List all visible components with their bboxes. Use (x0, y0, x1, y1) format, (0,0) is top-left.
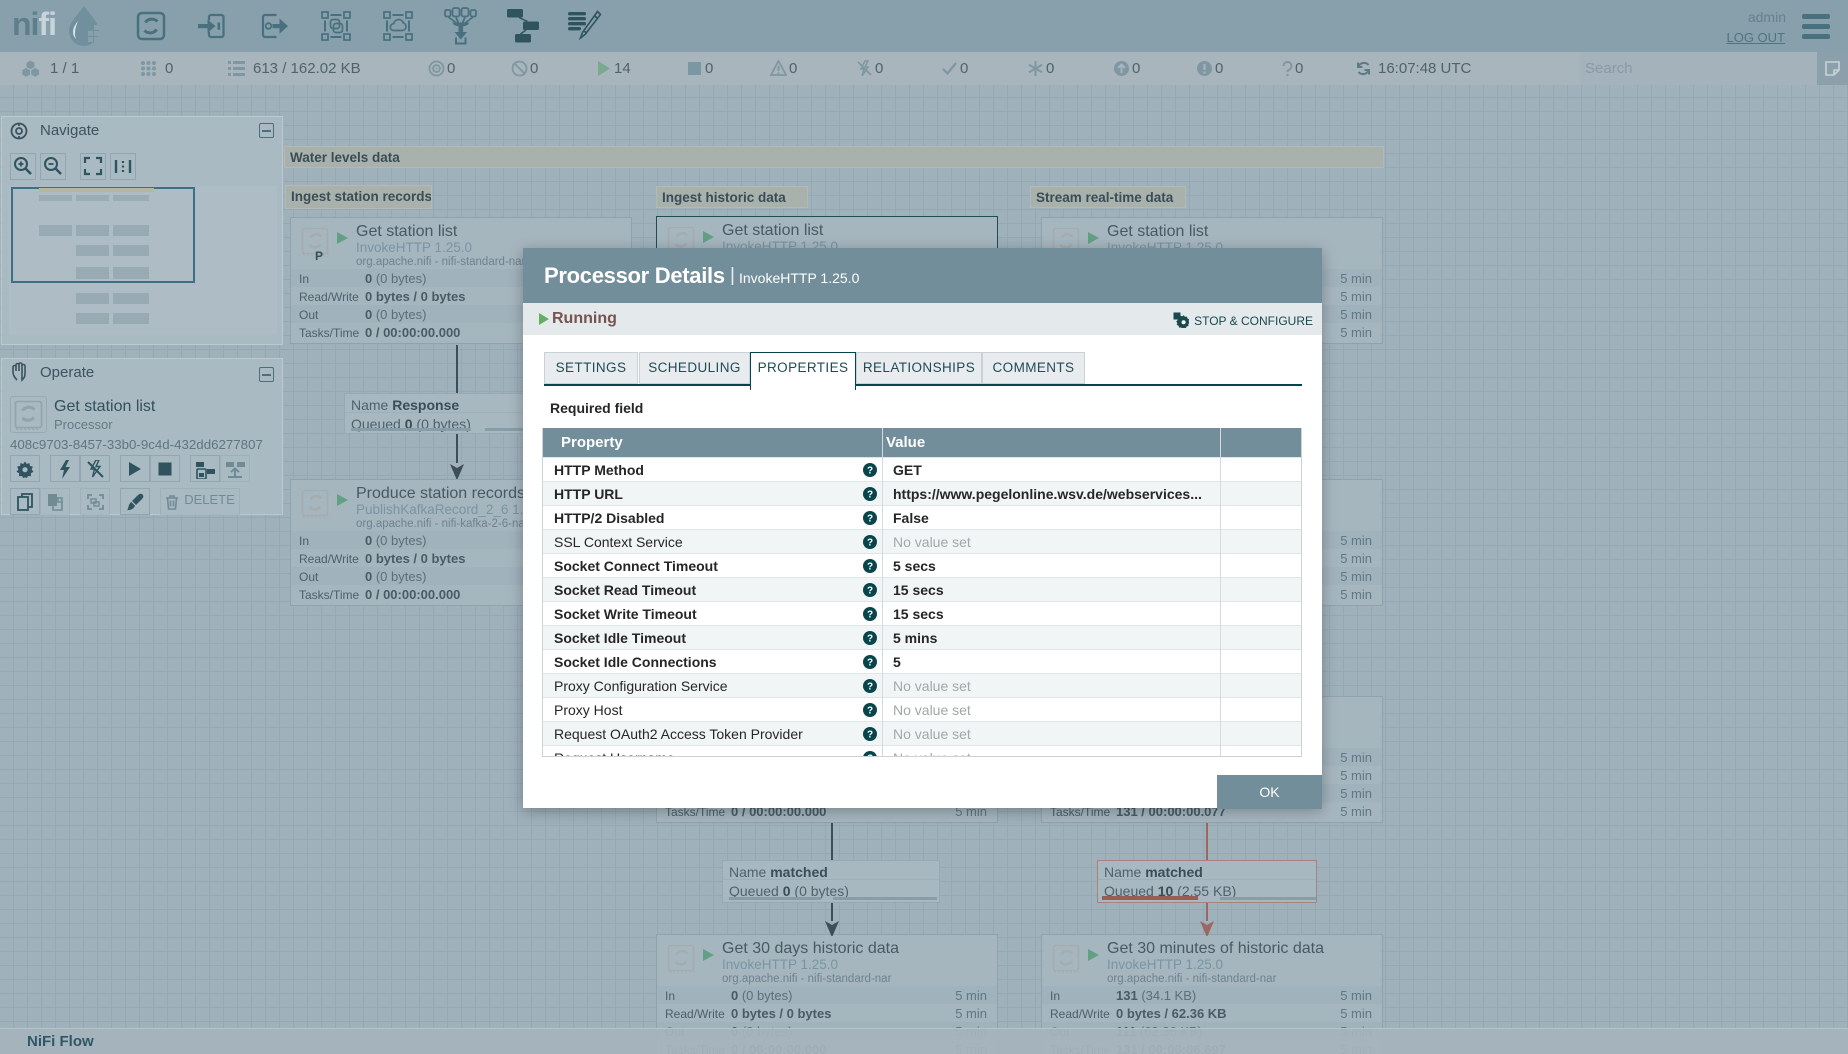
svg-text:?: ? (867, 730, 873, 741)
svg-text:?: ? (867, 562, 873, 573)
svg-text:?: ? (867, 682, 873, 693)
svg-text:?: ? (867, 586, 873, 597)
svg-text:?: ? (867, 634, 873, 645)
svg-text:?: ? (867, 754, 873, 758)
svg-text:?: ? (867, 610, 873, 621)
svg-text:?: ? (867, 490, 873, 501)
svg-text:?: ? (867, 514, 873, 525)
svg-text:?: ? (867, 706, 873, 717)
svg-text:?: ? (867, 658, 873, 669)
svg-text:?: ? (867, 538, 873, 549)
svg-text:?: ? (867, 466, 873, 477)
